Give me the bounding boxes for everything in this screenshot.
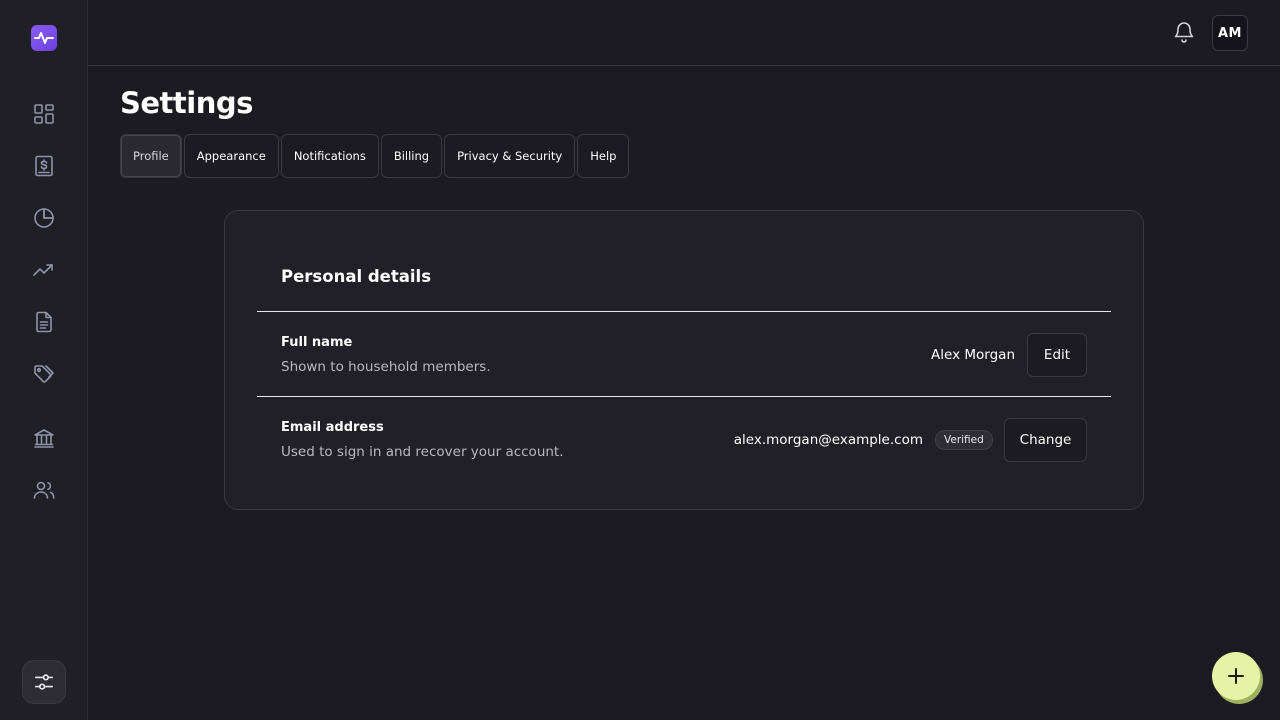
add-button[interactable]: [1212, 652, 1260, 700]
sidebar-item-dashboard[interactable]: [32, 102, 56, 126]
pulse-icon: [34, 32, 54, 44]
avatar[interactable]: AM: [1212, 15, 1248, 51]
tab-profile[interactable]: Profile: [120, 134, 182, 178]
notifications-button[interactable]: [1172, 20, 1196, 44]
sidebar-item-household[interactable]: [32, 478, 56, 502]
pie-chart-icon: [34, 208, 54, 228]
personal-details-card: Personal details Full name Shown to hous…: [224, 210, 1144, 510]
tab-privacy-security[interactable]: Privacy & Security: [444, 134, 576, 178]
trending-up-icon: [33, 264, 53, 276]
verified-badge: Verified: [935, 430, 993, 450]
top-bar: [88, 0, 1280, 66]
change-email-button[interactable]: Change: [1004, 418, 1087, 462]
sidebar-item-transactions[interactable]: [32, 154, 56, 178]
sidebar-item-trends[interactable]: [32, 258, 56, 282]
bank-icon: [34, 429, 54, 448]
tab-help[interactable]: Help: [577, 134, 630, 178]
preferences-button[interactable]: [22, 660, 66, 704]
tab-billing[interactable]: Billing: [380, 134, 443, 178]
plus-icon: [1228, 668, 1244, 684]
divider: [257, 396, 1111, 397]
dashboard-icon: [34, 104, 54, 124]
sliders-icon: [34, 674, 54, 690]
card-title: Personal details: [281, 267, 432, 286]
tags-icon: [34, 365, 54, 383]
divider: [257, 311, 1111, 312]
sidebar-item-categories[interactable]: [32, 362, 56, 386]
email-label: Email address: [281, 420, 384, 435]
tab-appearance[interactable]: Appearance: [183, 134, 279, 178]
document-icon: [36, 311, 52, 333]
full-name-description: Shown to household members.: [281, 359, 491, 375]
sidebar-item-reports[interactable]: [32, 310, 56, 334]
email-description: Used to sign in and recover your account…: [281, 444, 564, 460]
bell-icon: [1174, 22, 1194, 43]
tab-notifications[interactable]: Notifications: [280, 134, 379, 178]
settings-tabs: Profile Appearance Notifications Billing…: [120, 134, 630, 178]
email-value: alex.morgan@example.com: [733, 432, 923, 448]
full-name-label: Full name: [281, 335, 353, 350]
sidebar-item-budget[interactable]: [32, 206, 56, 230]
page-title: Settings: [120, 86, 253, 120]
edit-name-button[interactable]: Edit: [1027, 333, 1087, 377]
full-name-value: Alex Morgan: [931, 347, 1015, 363]
sidebar: [0, 0, 88, 720]
users-icon: [33, 481, 55, 499]
app-logo[interactable]: [31, 25, 57, 51]
sidebar-item-accounts[interactable]: [32, 426, 56, 450]
receipt-icon: [35, 155, 53, 177]
